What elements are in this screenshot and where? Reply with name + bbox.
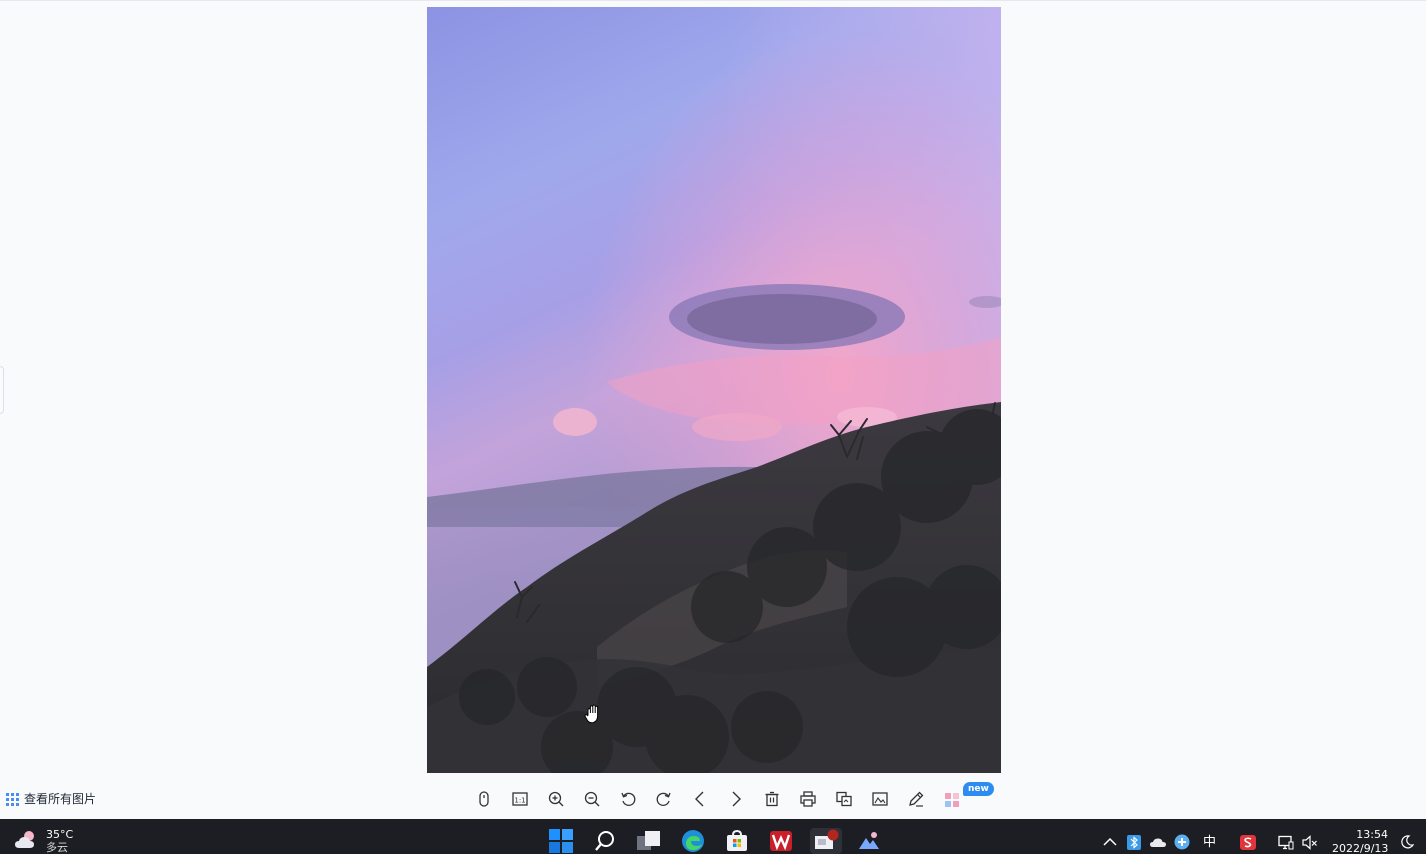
volume-muted-icon (1302, 834, 1317, 850)
image-edit-button[interactable] (862, 786, 898, 812)
view-all-label: 查看所有图片 (24, 792, 97, 806)
delete-icon (765, 791, 779, 807)
tray-sogou[interactable] (1240, 834, 1256, 850)
image-viewer-app[interactable] (810, 828, 842, 854)
weather-condition: 多云 (46, 841, 68, 854)
moon-icon (1401, 835, 1414, 849)
convert-button[interactable] (826, 786, 862, 812)
wps-office-icon (770, 831, 792, 851)
store-app[interactable] (724, 828, 750, 854)
search-icon (595, 831, 614, 851)
taskbar-clock[interactable]: 13:54 2022/9/13 (1332, 828, 1388, 854)
rotate-left-button[interactable] (610, 786, 646, 812)
next-button[interactable] (718, 786, 754, 812)
clock-time: 13:54 (1356, 828, 1388, 841)
hand-cursor-icon (584, 704, 599, 724)
zoom-out-icon (584, 791, 600, 807)
zoom-out-button[interactable] (574, 786, 610, 812)
wps-app[interactable] (768, 828, 794, 854)
tray-app-blue[interactable] (1126, 834, 1142, 850)
image-viewer-icon (815, 829, 839, 849)
notification-button[interactable] (1399, 834, 1415, 850)
previous-icon (695, 791, 704, 807)
edit-icon (909, 791, 924, 807)
landscape-photo (427, 7, 1001, 773)
cloudy-weather-icon (15, 831, 34, 848)
grid-icon (6, 792, 19, 806)
mouse-mode-button[interactable] (466, 786, 502, 812)
windows-start-icon (549, 829, 573, 853)
start-button[interactable] (548, 828, 574, 854)
store-icon (727, 829, 747, 851)
task-view-button[interactable] (636, 828, 662, 854)
zoom-in-button[interactable] (538, 786, 574, 812)
edge-app[interactable] (680, 828, 706, 854)
tray-onedrive[interactable] (1150, 834, 1166, 850)
tray-network[interactable] (1278, 834, 1294, 850)
zoom-in-icon (548, 791, 564, 807)
weather-widget[interactable]: 35°C 多云 (14, 829, 73, 854)
photo-canvas[interactable] (427, 7, 1001, 773)
task-view-icon (637, 831, 660, 850)
clock-date: 2022/9/13 (1332, 842, 1389, 854)
rotate-right-icon (656, 792, 671, 807)
mouse-icon (479, 791, 489, 807)
sogou-input-icon (1240, 834, 1256, 850)
actual-size-icon: 1:1 (512, 792, 528, 806)
edge-browser-icon (682, 830, 704, 852)
edit-button[interactable] (898, 786, 934, 812)
side-panel-handle[interactable] (0, 366, 4, 414)
taskbar-search-button[interactable] (592, 828, 618, 854)
tray-app-plus[interactable] (1174, 834, 1190, 850)
tray-volume[interactable] (1302, 834, 1318, 850)
more-apps-icon (945, 793, 959, 807)
delete-button[interactable] (754, 786, 790, 812)
svg-text:1:1: 1:1 (514, 797, 525, 805)
print-button[interactable] (790, 786, 826, 812)
weather-temperature: 35°C (46, 828, 74, 841)
view-all-pictures-link[interactable]: 查看所有图片 (6, 791, 96, 807)
image-viewer-window: 查看所有图片 1:1 new (0, 0, 1426, 819)
add-app-icon (1174, 834, 1190, 850)
taskbar: 35°C 多云 中 13:54 2022/9/13 (0, 819, 1426, 854)
bluetooth-app-icon (1127, 834, 1141, 850)
photos-icon (859, 832, 879, 849)
rotate-left-icon (621, 792, 636, 807)
title-divider (0, 0, 1426, 1)
network-icon (1278, 835, 1294, 849)
onedrive-cloud-icon (1150, 838, 1166, 847)
viewer-toolbar: 1:1 (466, 786, 970, 812)
image-edit-icon (872, 792, 888, 806)
previous-button[interactable] (682, 786, 718, 812)
chevron-up-icon (1103, 837, 1117, 846)
new-badge: new (963, 782, 994, 796)
actual-size-button[interactable]: 1:1 (502, 786, 538, 812)
convert-icon (836, 791, 852, 807)
rotate-right-button[interactable] (646, 786, 682, 812)
photos-app[interactable] (856, 828, 882, 854)
next-icon (732, 791, 741, 807)
input-method-indicator[interactable]: 中 (1203, 835, 1216, 851)
show-hidden-icons-button[interactable] (1102, 834, 1118, 850)
print-icon (800, 791, 816, 807)
